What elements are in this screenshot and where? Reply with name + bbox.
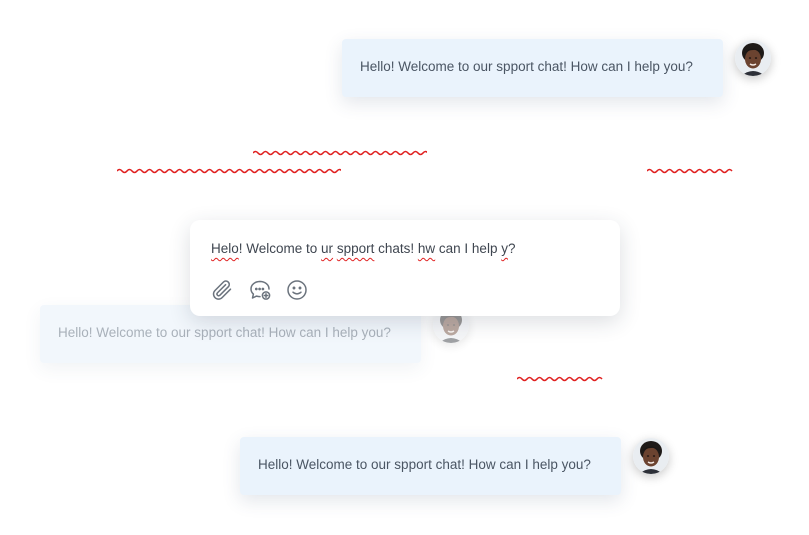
agent-avatar: [735, 40, 771, 76]
smiley-icon[interactable]: [285, 278, 309, 302]
spellcheck-squiggle: [253, 150, 427, 156]
paperclip-icon[interactable]: [210, 278, 234, 302]
chat-add-icon[interactable]: [248, 278, 272, 302]
avatar-image: [633, 438, 669, 474]
message-text: Hello! Welcome to our spport chat! How c…: [258, 457, 591, 472]
chat-message-bubble: Hello! Welcome to our spport chat! How c…: [240, 437, 621, 495]
composer-text[interactable]: Helo! Welcome to ur spport chats! hw can…: [211, 239, 515, 259]
avatar-image: [735, 40, 771, 76]
agent-avatar: [633, 438, 669, 474]
misspelled-word: ur: [321, 241, 334, 256]
composer-text-segment: ?: [507, 241, 516, 256]
message-text: Hello! Welcome to our spport chat! How c…: [58, 325, 391, 340]
composer-text-segment: ! Welcome to: [238, 241, 322, 256]
chat-message-bubble: Hello! Welcome to our spport chat! How c…: [342, 39, 723, 97]
composer-text-segment: can I help: [435, 241, 502, 256]
misspelled-word: Helo: [211, 241, 239, 256]
spellcheck-squiggle: [117, 168, 341, 174]
misspelled-word: spport: [336, 241, 375, 256]
spellcheck-squiggle: [517, 376, 603, 382]
spellcheck-squiggle: [647, 168, 733, 174]
misspelled-word: hw: [417, 241, 436, 256]
message-composer[interactable]: Helo! Welcome to ur spport chats! hw can…: [190, 220, 620, 316]
chat-canvas: Hello! Welcome to our spport chat! How c…: [0, 0, 809, 535]
composer-text-segment: chats!: [374, 241, 418, 256]
misspelled-word: y: [501, 241, 508, 256]
message-text: Hello! Welcome to our spport chat! How c…: [360, 59, 693, 74]
